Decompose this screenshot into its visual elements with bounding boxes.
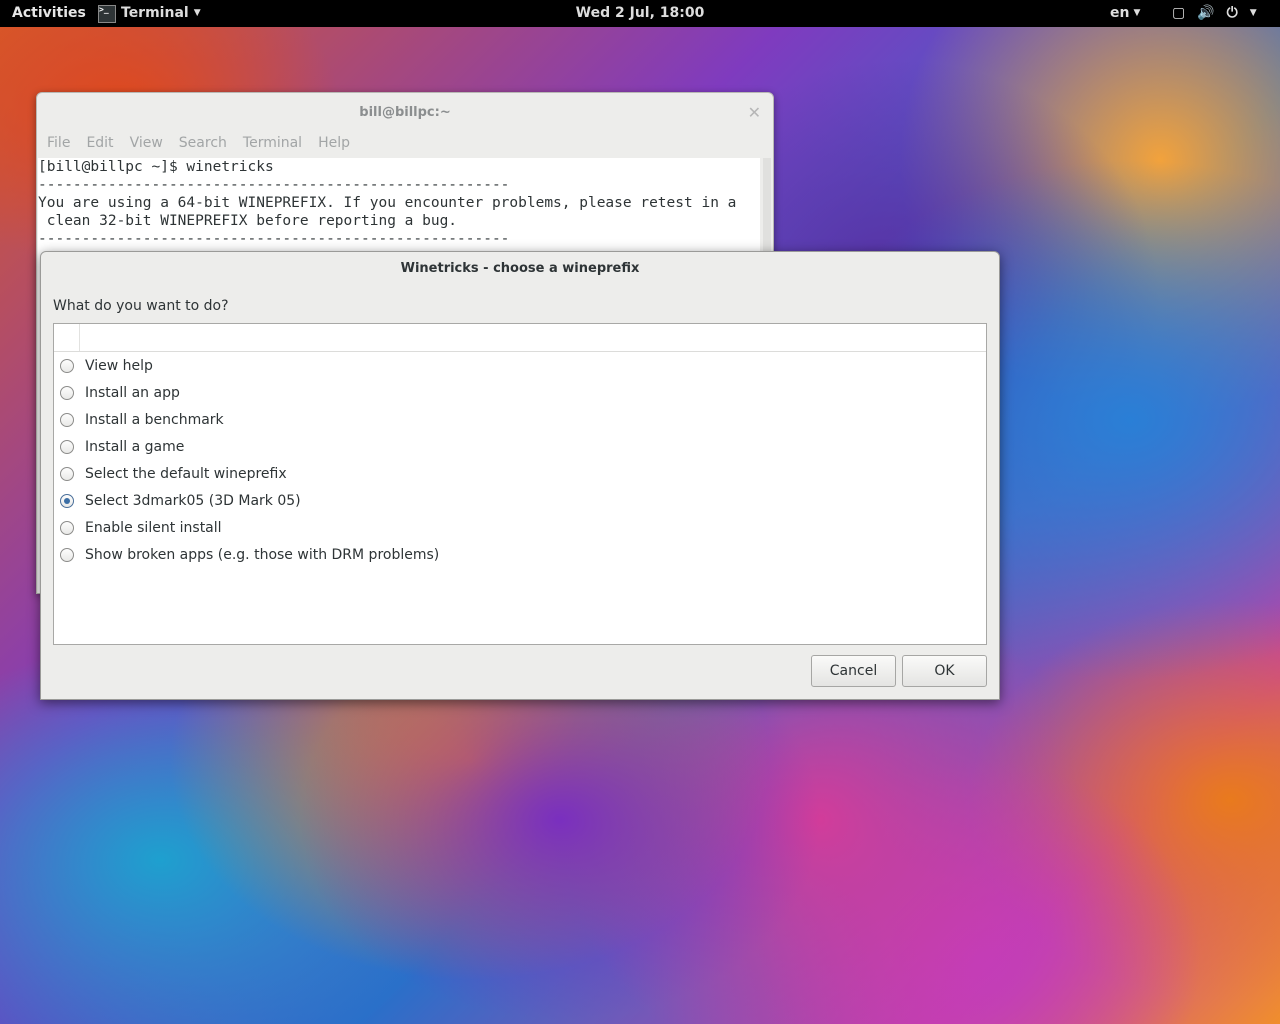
options-list: View help Install an app Install a benchma…: [53, 323, 987, 645]
terminal-line: [bill@billpc ~]$ winetricks: [38, 159, 274, 175]
option-label: View help: [85, 357, 153, 374]
language-menu[interactable]: en ▼: [1110, 0, 1140, 27]
ok-button[interactable]: OK: [902, 655, 987, 687]
screen-icon: ▢: [1172, 5, 1186, 21]
dialog-prompt: What do you want to do?: [53, 298, 229, 314]
option-label: Install a benchmark: [85, 411, 224, 428]
radio-button[interactable]: [60, 493, 74, 508]
terminal-line: ----------------------------------------…: [38, 177, 510, 193]
option-row[interactable]: Select the default wineprefix: [54, 460, 986, 487]
menu-terminal[interactable]: Terminal: [243, 135, 302, 157]
terminal-line: ----------------------------------------…: [38, 231, 510, 247]
option-label: Select 3dmark05 (3D Mark 05): [85, 492, 301, 509]
radio-button[interactable]: [60, 466, 74, 481]
language-label: en: [1110, 5, 1130, 21]
list-header: [54, 324, 986, 352]
winetricks-dialog: Winetricks - choose a wineprefix What do…: [40, 251, 1000, 700]
cancel-button[interactable]: Cancel: [811, 655, 896, 687]
terminal-title: bill@billpc:~: [359, 105, 451, 120]
radio-button[interactable]: [60, 385, 74, 400]
menu-file[interactable]: File: [47, 135, 70, 157]
chevron-down-icon: ▼: [1133, 8, 1141, 18]
clock[interactable]: Wed 2 Jul, 18:00: [0, 0, 1280, 27]
option-row[interactable]: View help: [54, 352, 986, 379]
volume-icon: 🔊: [1197, 5, 1215, 21]
terminal-line: You are using a 64-bit WINEPREFIX. If yo…: [38, 195, 737, 211]
option-label: Install an app: [85, 384, 180, 401]
option-label: Select the default wineprefix: [85, 465, 287, 482]
menu-help[interactable]: Help: [318, 135, 350, 157]
option-row[interactable]: Show broken apps (e.g. those with DRM pr…: [54, 541, 986, 568]
option-label: Enable silent install: [85, 519, 222, 536]
power-icon: ⏻: [1226, 5, 1238, 21]
menu-edit[interactable]: Edit: [86, 135, 113, 157]
terminal-line: clean 32-bit WINEPREFIX before reporting…: [38, 213, 458, 229]
radio-button[interactable]: [60, 412, 74, 427]
top-bar: Activities >_ Terminal ▼ Wed 2 Jul, 18:0…: [0, 0, 1280, 27]
radio-button[interactable]: [60, 358, 74, 373]
option-row[interactable]: Install a game: [54, 433, 986, 460]
menu-view[interactable]: View: [130, 135, 163, 157]
dialog-title: Winetricks - choose a wineprefix: [400, 261, 640, 276]
menu-search[interactable]: Search: [179, 135, 227, 157]
chevron-down-icon: ▼: [1249, 8, 1257, 18]
option-row[interactable]: Enable silent install: [54, 514, 986, 541]
option-row[interactable]: Install an app: [54, 379, 986, 406]
option-label: Show broken apps (e.g. those with DRM pr…: [85, 546, 440, 563]
radio-button[interactable]: [60, 439, 74, 454]
option-row[interactable]: Select 3dmark05 (3D Mark 05): [54, 487, 986, 514]
system-tray[interactable]: ▢ 🔊 ⏻ ▼: [1172, 0, 1257, 27]
radio-button[interactable]: [60, 520, 74, 535]
option-row[interactable]: Install a benchmark: [54, 406, 986, 433]
option-label: Install a game: [85, 438, 185, 455]
radio-button[interactable]: [60, 547, 74, 562]
terminal-menubar: File Edit View Search Terminal Help: [37, 135, 350, 157]
close-icon[interactable]: ✕: [748, 103, 761, 122]
